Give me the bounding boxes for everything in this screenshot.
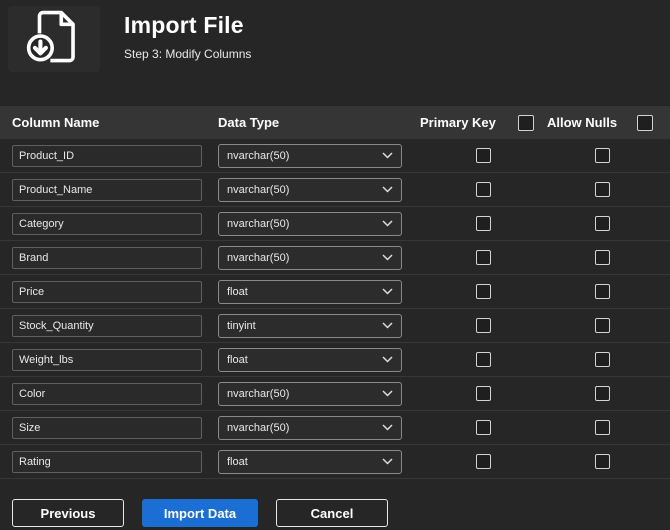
data-type-value: nvarchar(50) xyxy=(227,387,290,400)
chevron-down-icon xyxy=(382,390,393,397)
table-row: nvarchar(50) xyxy=(0,207,670,241)
data-type-value: nvarchar(50) xyxy=(227,149,290,162)
table-body: nvarchar(50) nvarchar(50) xyxy=(0,139,670,479)
data-type-value: float xyxy=(227,455,248,468)
allow-nulls-header: Allow Nulls xyxy=(547,115,618,130)
allow-nulls-checkbox[interactable] xyxy=(595,250,610,265)
primary-key-checkbox[interactable] xyxy=(476,216,491,231)
icon-panel xyxy=(8,6,100,72)
data-type-select[interactable]: nvarchar(50) xyxy=(218,245,402,270)
allow-nulls-checkbox[interactable] xyxy=(595,318,610,333)
allow-nulls-checkbox[interactable] xyxy=(595,216,610,231)
chevron-down-icon xyxy=(382,458,393,465)
primary-key-checkbox[interactable] xyxy=(476,250,491,265)
chevron-down-icon xyxy=(382,254,393,261)
page-title: Import File xyxy=(124,12,244,38)
table-row: nvarchar(50) xyxy=(0,411,670,445)
data-type-select[interactable]: float xyxy=(218,449,402,474)
data-type-value: nvarchar(50) xyxy=(227,217,290,230)
data-type-header: Data Type xyxy=(218,115,280,130)
data-type-select[interactable]: nvarchar(50) xyxy=(218,143,402,168)
column-name-input[interactable] xyxy=(12,246,202,269)
allow-nulls-checkbox[interactable] xyxy=(595,148,610,163)
footer-buttons: Previous Import Data Cancel xyxy=(0,499,670,527)
import-file-dialog: Import File Step 3: Modify Columns Colum… xyxy=(0,0,670,530)
table-row: nvarchar(50) xyxy=(0,377,670,411)
table-row: float xyxy=(0,275,670,309)
data-type-select[interactable]: nvarchar(50) xyxy=(218,381,402,406)
allow-nulls-checkbox[interactable] xyxy=(595,386,610,401)
allow-nulls-checkbox[interactable] xyxy=(595,352,610,367)
column-name-input[interactable] xyxy=(12,178,202,201)
column-name-input[interactable] xyxy=(12,314,202,337)
file-download-icon xyxy=(25,8,83,71)
data-type-value: float xyxy=(227,285,248,298)
column-name-input[interactable] xyxy=(12,212,202,235)
column-name-input[interactable] xyxy=(12,348,202,371)
data-type-select[interactable]: nvarchar(50) xyxy=(218,177,402,202)
chevron-down-icon xyxy=(382,322,393,329)
column-name-input[interactable] xyxy=(12,144,202,167)
chevron-down-icon xyxy=(382,220,393,227)
chevron-down-icon xyxy=(382,356,393,363)
data-type-select[interactable]: nvarchar(50) xyxy=(218,415,402,440)
primary-key-header: Primary Key xyxy=(420,115,496,130)
data-type-value: nvarchar(50) xyxy=(227,251,290,264)
column-name-input[interactable] xyxy=(12,416,202,439)
chevron-down-icon xyxy=(382,152,393,159)
column-name-input[interactable] xyxy=(12,280,202,303)
data-type-select[interactable]: tinyint xyxy=(218,313,402,338)
allow-nulls-checkbox[interactable] xyxy=(595,420,610,435)
allow-nulls-select-all-checkbox[interactable] xyxy=(637,114,654,131)
column-name-header: Column Name xyxy=(12,115,100,130)
table-row: nvarchar(50) xyxy=(0,139,670,173)
allow-nulls-checkbox[interactable] xyxy=(595,182,610,197)
primary-key-checkbox[interactable] xyxy=(476,182,491,197)
table-row: nvarchar(50) xyxy=(0,173,670,207)
cancel-button[interactable]: Cancel xyxy=(276,499,388,527)
chevron-down-icon xyxy=(382,424,393,431)
column-name-input[interactable] xyxy=(12,450,202,473)
data-type-select[interactable]: nvarchar(50) xyxy=(218,211,402,236)
data-type-value: nvarchar(50) xyxy=(227,421,290,434)
chevron-down-icon xyxy=(382,288,393,295)
table-row: float xyxy=(0,445,670,479)
column-name-input[interactable] xyxy=(12,382,202,405)
primary-key-checkbox[interactable] xyxy=(476,318,491,333)
dialog-header: Import File Step 3: Modify Columns xyxy=(0,0,670,106)
primary-key-select-all-checkbox[interactable] xyxy=(517,114,534,131)
import-data-button[interactable]: Import Data xyxy=(142,499,258,527)
header-text: Import File Step 3: Modify Columns xyxy=(124,6,251,61)
primary-key-checkbox[interactable] xyxy=(476,420,491,435)
chevron-down-icon xyxy=(382,186,393,193)
table-row: tinyint xyxy=(0,309,670,343)
table-row: nvarchar(50) xyxy=(0,241,670,275)
primary-key-checkbox[interactable] xyxy=(476,386,491,401)
data-type-select[interactable]: float xyxy=(218,279,402,304)
allow-nulls-checkbox[interactable] xyxy=(595,454,610,469)
previous-button[interactable]: Previous xyxy=(12,499,124,527)
allow-nulls-checkbox[interactable] xyxy=(595,284,610,299)
primary-key-checkbox[interactable] xyxy=(476,148,491,163)
data-type-select[interactable]: float xyxy=(218,347,402,372)
primary-key-checkbox[interactable] xyxy=(476,284,491,299)
table-header-row: Column Name Data Type Primary Key Allow … xyxy=(0,106,670,139)
data-type-value: nvarchar(50) xyxy=(227,183,290,196)
step-subtitle: Step 3: Modify Columns xyxy=(124,47,252,61)
primary-key-checkbox[interactable] xyxy=(476,454,491,469)
table-row: float xyxy=(0,343,670,377)
data-type-value: float xyxy=(227,353,248,366)
data-type-value: tinyint xyxy=(227,319,256,332)
primary-key-checkbox[interactable] xyxy=(476,352,491,367)
